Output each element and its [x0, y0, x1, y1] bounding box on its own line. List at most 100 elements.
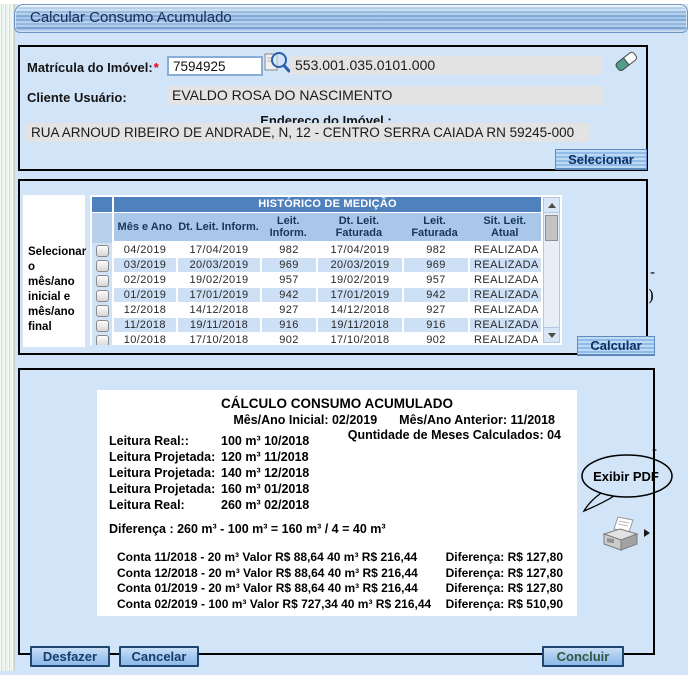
checkbox-cell	[92, 243, 112, 258]
printer-arrow-icon	[644, 529, 650, 537]
stray-mark: -	[650, 263, 655, 281]
leitura-line: Leitura Projetada:160 m³ 01/2018	[109, 482, 565, 498]
table-cell: 19/02/2019	[318, 273, 402, 287]
page-edge-top	[0, 0, 694, 4]
table-cell: REALIZADA	[470, 288, 541, 302]
checkbox-cell	[92, 258, 112, 273]
table-cell: 942	[262, 288, 316, 302]
checkbox-cell	[92, 303, 112, 318]
leitura-value: 260 m³ 02/2018	[221, 498, 309, 514]
historico-table: HISTÓRICO DE MEDIÇÃO Mês e AnoDt. Leit. …	[90, 195, 562, 345]
cancelar-button[interactable]: Cancelar	[119, 646, 199, 667]
table-row: 04/201917/04/201998217/04/2019982REALIZA…	[114, 243, 541, 257]
calculo-box: CÁLCULO CONSUMO ACUMULADO Mês/Ano Inicia…	[97, 390, 577, 616]
table-cell: 14/12/2018	[318, 303, 402, 317]
table-scrollbar[interactable]	[543, 197, 560, 343]
calcular-button[interactable]: Calcular	[577, 336, 655, 355]
table-cell: 17/10/2018	[318, 333, 402, 345]
quantidade-meses: Quntidade de Meses Calculados: 04	[348, 428, 561, 442]
scroll-up-button[interactable]	[544, 198, 559, 213]
conta-text: Conta 02/2019 - 100 m³ Valor R$ 727,34 4…	[117, 597, 431, 613]
leitura-label: Leitura Real::	[109, 434, 221, 450]
conta-diferenca: Diferença: R$ 127,80	[446, 550, 563, 566]
table-cell: REALIZADA	[470, 303, 541, 317]
historico-header: Mês e AnoDt. Leit. Inform.Leit. Inform.D…	[114, 213, 541, 241]
table-cell: 902	[262, 333, 316, 345]
row-select-checkbox[interactable]	[96, 260, 109, 272]
diferenca-line: Diferença : 260 m³ - 100 m³ = 160 m³ / 4…	[109, 522, 565, 538]
table-cell: 927	[262, 303, 316, 317]
row-select-checkbox[interactable]	[96, 320, 109, 332]
table-cell: 17/04/2019	[178, 243, 260, 257]
stray-mark: -	[652, 440, 657, 458]
conta-text: Conta 12/2018 - 20 m³ Valor R$ 88,64 40 …	[117, 566, 418, 582]
row-select-checkbox[interactable]	[96, 335, 109, 346]
selecionar-button[interactable]: Selecionar	[555, 149, 647, 169]
table-row: 11/201819/11/201891619/11/2018916REALIZA…	[114, 318, 541, 332]
calculo-panel: CÁLCULO CONSUMO ACUMULADO Mês/Ano Inicia…	[18, 368, 655, 655]
arrow-up-icon	[548, 203, 556, 208]
table-cell: 982	[404, 243, 468, 257]
contas-list: Conta 11/2018 - 20 m³ Valor R$ 88,64 40 …	[109, 550, 565, 612]
imovel-panel: Matrícula do Imóvel:* 553.001.035.0101.0…	[18, 45, 648, 171]
checkbox-column-spacer	[92, 213, 112, 243]
table-cell: 04/2019	[114, 243, 176, 257]
leitura-value: 140 m³ 12/2018	[221, 466, 309, 482]
table-cell: 17/10/2018	[178, 333, 260, 345]
desfazer-button[interactable]: Desfazer	[30, 646, 110, 667]
table-row: 02/201919/02/201995719/02/2019957REALIZA…	[114, 273, 541, 287]
conta-diferenca: Diferença: R$ 127,80	[446, 581, 563, 597]
exibir-pdf-label: Exibir PDF	[593, 469, 659, 484]
table-cell: 12/2018	[114, 303, 176, 317]
table-cell: 969	[404, 258, 468, 272]
leitura-line: Leitura Projetada:120 m³ 11/2018	[109, 450, 565, 466]
window-titlebar: Calcular Consumo Acumulado	[14, 4, 688, 33]
leitura-label: Leitura Real:	[109, 498, 221, 514]
table-cell: REALIZADA	[470, 318, 541, 332]
column-header: Mês e Ano	[114, 213, 176, 241]
cliente-field: EVALDO ROSA DO NASCIMENTO	[167, 86, 603, 105]
conta-line: Conta 12/2018 - 20 m³ Valor R$ 88,64 40 …	[117, 566, 563, 582]
scroll-down-button[interactable]	[544, 327, 559, 342]
table-cell: 927	[404, 303, 468, 317]
leitura-line: Leitura Real:260 m³ 02/2018	[109, 498, 565, 514]
historico-rows: 04/201917/04/201998217/04/2019982REALIZA…	[114, 243, 541, 345]
table-cell: 982	[262, 243, 316, 257]
table-cell: 17/01/2019	[318, 288, 402, 302]
table-cell: 02/2019	[114, 273, 176, 287]
table-cell: REALIZADA	[470, 243, 541, 257]
table-cell: 916	[262, 318, 316, 332]
table-cell: 19/02/2019	[178, 273, 260, 287]
leitura-line: Leitura Projetada:140 m³ 12/2018	[109, 466, 565, 482]
table-title: HISTÓRICO DE MEDIÇÃO	[114, 197, 541, 212]
leitura-value: 160 m³ 01/2018	[221, 482, 309, 498]
table-cell: REALIZADA	[470, 333, 541, 345]
table-cell: 916	[404, 318, 468, 332]
page: Calcular Consumo Acumulado Matrícula do …	[0, 0, 694, 689]
page-title: Calcular Consumo Acumulado	[30, 9, 232, 26]
eraser-icon[interactable]	[612, 48, 640, 74]
table-cell: REALIZADA	[470, 273, 541, 287]
matricula-label: Matrícula do Imóvel:*	[27, 60, 159, 75]
row-select-checkbox[interactable]	[96, 290, 109, 302]
search-icon[interactable]	[263, 49, 291, 77]
page-edge-decoration	[0, 3, 15, 671]
matricula-input[interactable]	[167, 56, 263, 76]
conta-text: Conta 11/2018 - 20 m³ Valor R$ 88,64 40 …	[117, 550, 417, 566]
stray-mark: )	[648, 286, 654, 305]
table-cell: 957	[262, 273, 316, 287]
scrollbar-thumb[interactable]	[545, 215, 558, 241]
conta-diferenca: Diferença: R$ 510,90	[446, 597, 563, 613]
row-select-checkbox[interactable]	[96, 275, 109, 287]
table-row: 01/201917/01/201994217/01/2019942REALIZA…	[114, 288, 541, 302]
concluir-button[interactable]: Concluir	[542, 646, 624, 667]
table-cell: 20/03/2019	[318, 258, 402, 272]
conta-line: Conta 02/2019 - 100 m³ Valor R$ 727,34 4…	[117, 597, 563, 613]
row-select-checkbox[interactable]	[96, 245, 109, 257]
conta-diferenca: Diferença: R$ 127,80	[446, 566, 563, 582]
printer-icon[interactable]	[599, 515, 641, 555]
row-select-checkbox[interactable]	[96, 305, 109, 317]
calculo-title: CÁLCULO CONSUMO ACUMULADO	[109, 396, 565, 413]
leitura-value: 100 m³ 10/2018	[221, 434, 309, 450]
matricula-label-text: Matrícula do Imóvel:	[27, 60, 153, 75]
